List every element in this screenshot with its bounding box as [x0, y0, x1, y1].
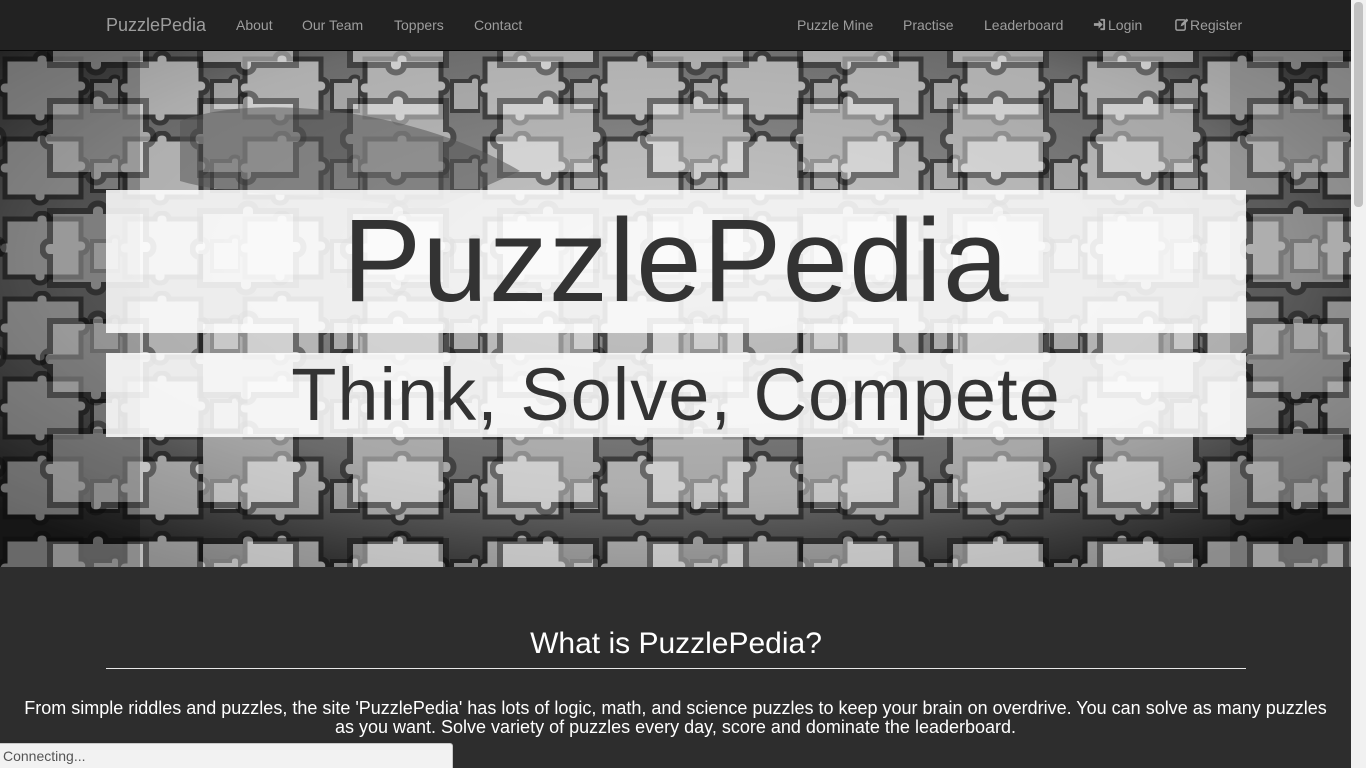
hero-title: PuzzlePedia	[106, 190, 1246, 333]
nav-practise[interactable]: Practise	[903, 0, 954, 50]
nav-puzzle-mine[interactable]: Puzzle Mine	[797, 0, 873, 50]
scrollbar-thumb[interactable]	[1354, 2, 1363, 207]
browser-status-bar: Connecting...	[0, 743, 453, 768]
brand-link[interactable]: PuzzlePedia	[106, 0, 206, 50]
nav-register-label: Register	[1190, 17, 1243, 33]
nav-toppers[interactable]: Toppers	[394, 0, 444, 50]
hero-banner: PuzzlePedia Think, Solve, Compete	[0, 51, 1351, 567]
edit-icon	[1175, 18, 1188, 31]
about-section: What is PuzzlePedia? From simple riddles…	[0, 567, 1351, 768]
nav-login[interactable]: Login	[1093, 0, 1142, 50]
about-divider	[106, 668, 1246, 669]
page-scrollbar[interactable]	[1351, 0, 1366, 768]
nav-about[interactable]: About	[236, 0, 273, 50]
log-in-icon	[1093, 18, 1106, 31]
nav-register[interactable]: Register	[1175, 0, 1242, 50]
nav-contact[interactable]: Contact	[474, 0, 522, 50]
nav-our-team[interactable]: Our Team	[302, 0, 363, 50]
about-text: From simple riddles and puzzles, the sit…	[24, 698, 1327, 737]
hero-subtitle: Think, Solve, Compete	[106, 353, 1246, 437]
nav-login-label: Login	[1108, 17, 1143, 33]
about-heading: What is PuzzlePedia?	[530, 627, 822, 660]
nav-leaderboard[interactable]: Leaderboard	[984, 0, 1063, 50]
top-navbar: PuzzlePedia About Our Team Toppers Conta…	[0, 0, 1351, 51]
